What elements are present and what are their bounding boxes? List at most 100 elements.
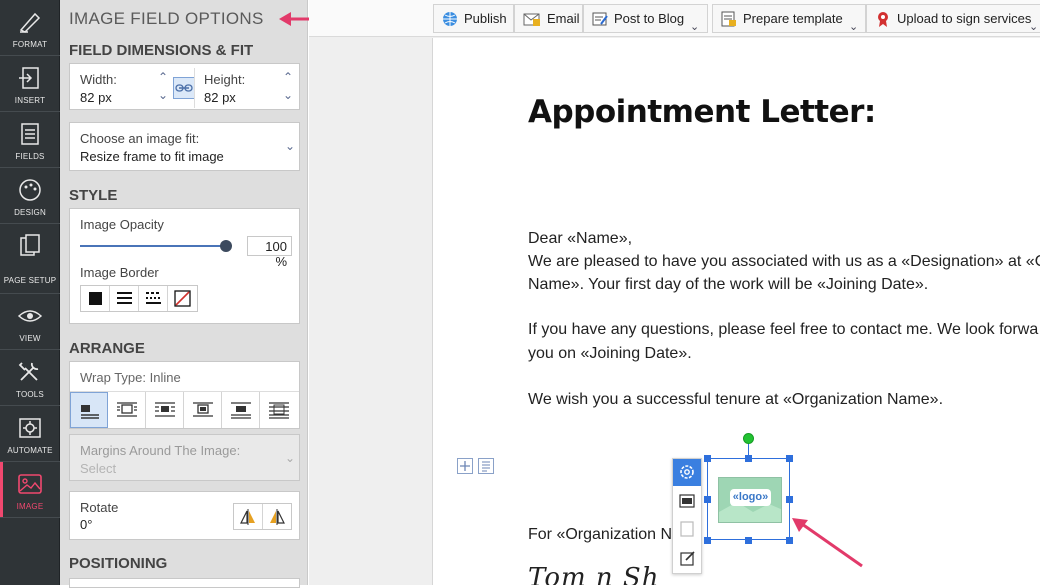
rail-item-insert[interactable]: INSERT bbox=[0, 56, 60, 112]
margins-label: Margins Around The Image: bbox=[80, 443, 241, 458]
prepare-template-label: Prepare template bbox=[743, 11, 843, 26]
border-none-button[interactable] bbox=[168, 286, 197, 311]
wrap-through-button[interactable] bbox=[184, 392, 222, 428]
automate-icon bbox=[19, 418, 41, 438]
rail-item-view[interactable]: VIEW bbox=[0, 294, 60, 350]
design-icon bbox=[19, 179, 41, 201]
chevron-down-icon: ⌄ bbox=[285, 139, 296, 153]
rail-label: PAGE SETUP bbox=[3, 276, 57, 285]
rail-item-image[interactable]: IMAGE bbox=[0, 462, 60, 518]
document-page[interactable]: Appointment Letter: Dear «Name», We are … bbox=[432, 38, 1040, 585]
doc-line-2: Name». Your first day of the work will b… bbox=[528, 276, 929, 293]
rail-item-page-setup[interactable]: PAGE SETUP bbox=[0, 224, 60, 294]
resize-handle[interactable] bbox=[704, 537, 711, 544]
fields-icon bbox=[21, 123, 39, 145]
image-fit-select[interactable]: Choose an image fit: Resize frame to fit… bbox=[69, 122, 300, 171]
rail-item-format[interactable]: FORMAT bbox=[0, 0, 60, 56]
chevron-down-icon: ⌄ bbox=[690, 21, 700, 33]
wrap-top-bottom-button[interactable] bbox=[222, 392, 260, 428]
blog-icon bbox=[592, 12, 608, 26]
wrap-behind-button[interactable] bbox=[260, 392, 298, 428]
wrap-square-button[interactable] bbox=[108, 392, 146, 428]
image-settings-button[interactable] bbox=[673, 459, 701, 486]
rotate-label: Rotate bbox=[80, 500, 119, 515]
height-down-icon[interactable]: ⌄ bbox=[283, 89, 293, 101]
image-frame-button[interactable] bbox=[673, 516, 701, 542]
opacity-slider-handle[interactable] bbox=[220, 240, 232, 252]
prepare-template-button[interactable]: Prepare template ⌄ bbox=[712, 4, 866, 33]
resize-handle[interactable] bbox=[745, 537, 752, 544]
border-lines-button[interactable] bbox=[110, 286, 139, 311]
selected-logo-image[interactable]: «logo» bbox=[707, 458, 790, 540]
doc-greeting: Dear «Name», bbox=[528, 230, 633, 247]
rail-item-automate[interactable]: AUTOMATE bbox=[0, 406, 60, 462]
resize-handle[interactable] bbox=[704, 496, 711, 503]
width-up-icon[interactable]: ⌃ bbox=[158, 71, 168, 83]
upload-to-sign-button[interactable]: Upload to sign services ⌄ bbox=[866, 4, 1040, 33]
post-to-blog-label: Post to Blog bbox=[614, 11, 685, 26]
height-label: Height: bbox=[204, 72, 246, 87]
plus-icon bbox=[460, 461, 470, 471]
wrap-icon bbox=[679, 494, 695, 508]
add-block-button[interactable] bbox=[457, 458, 473, 474]
resize-handle[interactable] bbox=[786, 455, 793, 462]
height-field[interactable]: 82 px bbox=[204, 90, 236, 105]
wrap-behind-icon bbox=[269, 402, 289, 419]
width-down-icon[interactable]: ⌄ bbox=[158, 89, 168, 101]
border-solid-button[interactable] bbox=[81, 286, 110, 311]
tools-icon bbox=[18, 362, 39, 381]
image-wrap-button[interactable] bbox=[673, 488, 701, 514]
doc-closing: For «Organization Na bbox=[528, 526, 681, 543]
image-edit-button[interactable] bbox=[673, 545, 701, 571]
rail-label: DESIGN bbox=[14, 208, 46, 217]
border-solid-icon bbox=[89, 292, 102, 305]
image-context-toolbar bbox=[672, 458, 702, 574]
rail-item-design[interactable]: DESIGN bbox=[0, 168, 60, 224]
upload-to-sign-label: Upload to sign services bbox=[897, 11, 1032, 26]
paragraph-icon bbox=[482, 461, 490, 472]
publish-button[interactable]: Publish bbox=[433, 4, 514, 33]
block-options-button[interactable] bbox=[478, 458, 494, 474]
link-icon bbox=[175, 84, 193, 92]
rail-label: VIEW bbox=[19, 334, 41, 343]
section-style-heading: STYLE bbox=[69, 187, 118, 204]
insert-icon bbox=[19, 67, 39, 89]
email-label: Email bbox=[547, 11, 580, 26]
format-icon bbox=[19, 12, 41, 33]
flip-horizontal-icon bbox=[240, 509, 255, 525]
left-nav-rail: FORMAT INSERT FIELDS DESIGN PAGE SETUP V… bbox=[0, 0, 60, 585]
opacity-slider-track[interactable] bbox=[80, 245, 226, 247]
rail-item-fields[interactable]: FIELDS bbox=[0, 112, 60, 168]
border-label: Image Border bbox=[80, 265, 159, 280]
doc-line-5: We wish you a successful tenure at «Orga… bbox=[528, 391, 944, 408]
image-field-options-panel: IMAGE FIELD OPTIONS FIELD DIMENSIONS & F… bbox=[60, 0, 353, 588]
resize-handle[interactable] bbox=[786, 496, 793, 503]
opacity-label: Image Opacity bbox=[80, 217, 164, 232]
width-field[interactable]: 82 px bbox=[80, 90, 112, 105]
wrap-tight-icon bbox=[155, 402, 175, 417]
wrap-inline-button[interactable] bbox=[70, 392, 108, 428]
view-icon bbox=[17, 310, 43, 322]
opacity-input[interactable]: 100 % bbox=[247, 236, 292, 269]
lock-aspect-ratio-button[interactable] bbox=[173, 77, 195, 99]
rotate-handle[interactable] bbox=[743, 433, 754, 444]
post-to-blog-button[interactable]: Post to Blog ⌄ bbox=[583, 4, 708, 33]
wrap-type-box: Wrap Type: Inline bbox=[69, 361, 300, 429]
rail-item-tools[interactable]: TOOLS bbox=[0, 350, 60, 406]
border-dashed-button[interactable] bbox=[139, 286, 168, 311]
edit-icon bbox=[680, 551, 695, 566]
image-icon bbox=[18, 474, 42, 494]
margins-select[interactable]: Margins Around The Image: Select ⌄ bbox=[69, 434, 300, 481]
style-box: Image Opacity 100 % Image Border bbox=[69, 208, 300, 324]
email-button[interactable]: Email bbox=[514, 4, 583, 33]
wrap-tight-button[interactable] bbox=[146, 392, 184, 428]
publish-label: Publish bbox=[464, 11, 507, 26]
flip-horizontal-button[interactable] bbox=[234, 504, 263, 529]
rail-label: INSERT bbox=[14, 96, 46, 105]
flip-vertical-button[interactable] bbox=[263, 504, 292, 529]
height-up-icon[interactable]: ⌃ bbox=[283, 71, 293, 83]
resize-handle[interactable] bbox=[704, 455, 711, 462]
resize-handle[interactable] bbox=[745, 455, 752, 462]
doc-line-1: We are pleased to have you associated wi… bbox=[528, 253, 1040, 270]
email-icon bbox=[523, 13, 540, 26]
